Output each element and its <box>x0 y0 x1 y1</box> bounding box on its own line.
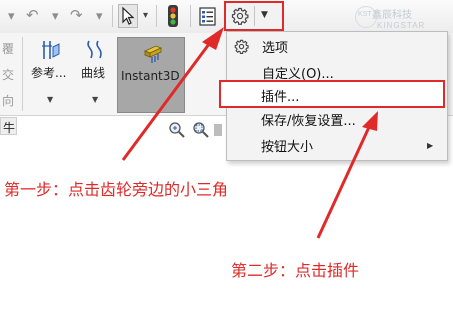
menu-item-button-size[interactable]: 按钮大小 <box>261 136 313 155</box>
curve-icon[interactable] <box>83 38 107 62</box>
gear-icon[interactable] <box>231 7 249 25</box>
ribbon-side-label: 向 <box>2 94 15 108</box>
annotation-step2-text: 第二步：点击插件 <box>231 261 360 280</box>
zoom-to-area-icon[interactable] <box>192 121 210 139</box>
reference-geometry-icon[interactable] <box>38 38 62 62</box>
feature-tab-label: 牛 <box>3 121 16 135</box>
zoom-to-fit-icon[interactable] <box>168 121 186 139</box>
instant3d-label: Instant3D <box>121 69 180 83</box>
undo-menu-icon[interactable]: ▾ <box>8 10 15 23</box>
dropdown-arrow-icon[interactable]: ▼ <box>261 10 268 20</box>
annotation-step1-text: 第一步：点击齿轮旁边的小三角 <box>4 180 229 199</box>
undo-dropdown-icon[interactable]: ▾ <box>52 10 59 23</box>
split-divider <box>254 6 255 26</box>
pointer-icon <box>122 6 135 25</box>
instant3d-button[interactable]: Instant3D <box>117 37 185 113</box>
ribbon-separator <box>22 37 23 111</box>
curve-dropdown-icon[interactable]: ▼ <box>92 95 98 104</box>
view-orientation-icon[interactable] <box>214 124 222 136</box>
toolbar-separator <box>190 5 191 27</box>
menu-item-options[interactable]: 选项 <box>262 37 288 56</box>
watermark-brand-cn: 鑫辰科技 <box>372 10 412 21</box>
menu-item-addins[interactable]: 插件... <box>219 80 445 108</box>
reference-button-label[interactable]: 参考... <box>31 64 66 81</box>
redo-icon[interactable]: ↷ <box>70 8 83 23</box>
watermark-brand-en: KINGSTAR <box>377 21 426 30</box>
ribbon-side-label: 覆 <box>2 42 15 56</box>
submenu-arrow-icon: ▶ <box>427 141 434 150</box>
pointer-dropdown-icon[interactable]: ▾ <box>143 11 148 21</box>
instant3d-icon <box>143 45 163 63</box>
toolbar-separator <box>112 5 113 27</box>
traffic-light-icon[interactable] <box>166 4 180 28</box>
gear-icon <box>234 39 249 54</box>
watermark-abbr: KST <box>358 11 372 18</box>
settings-button-group[interactable]: ▼ <box>224 1 284 31</box>
select-pointer-button[interactable] <box>118 4 138 28</box>
redo-dropdown-icon[interactable]: ▾ <box>96 10 103 23</box>
reference-dropdown-icon[interactable]: ▼ <box>47 95 53 104</box>
menu-item-save-restore-settings[interactable]: 保存/恢复设置... <box>261 110 356 129</box>
curve-button-label[interactable]: 曲线 <box>81 64 105 81</box>
top-toolbar: ▾ ↶ ▾ ↷ ▾ ▾ ▼ KST 鑫辰科技 KINGSTAR <box>0 0 453 34</box>
toolbar-separator <box>156 5 157 27</box>
menu-item-addins-label: 插件... <box>261 90 300 105</box>
ribbon-side-label: 交 <box>2 68 15 82</box>
properties-icon[interactable] <box>199 7 216 26</box>
undo-icon[interactable]: ↶ <box>26 8 39 23</box>
